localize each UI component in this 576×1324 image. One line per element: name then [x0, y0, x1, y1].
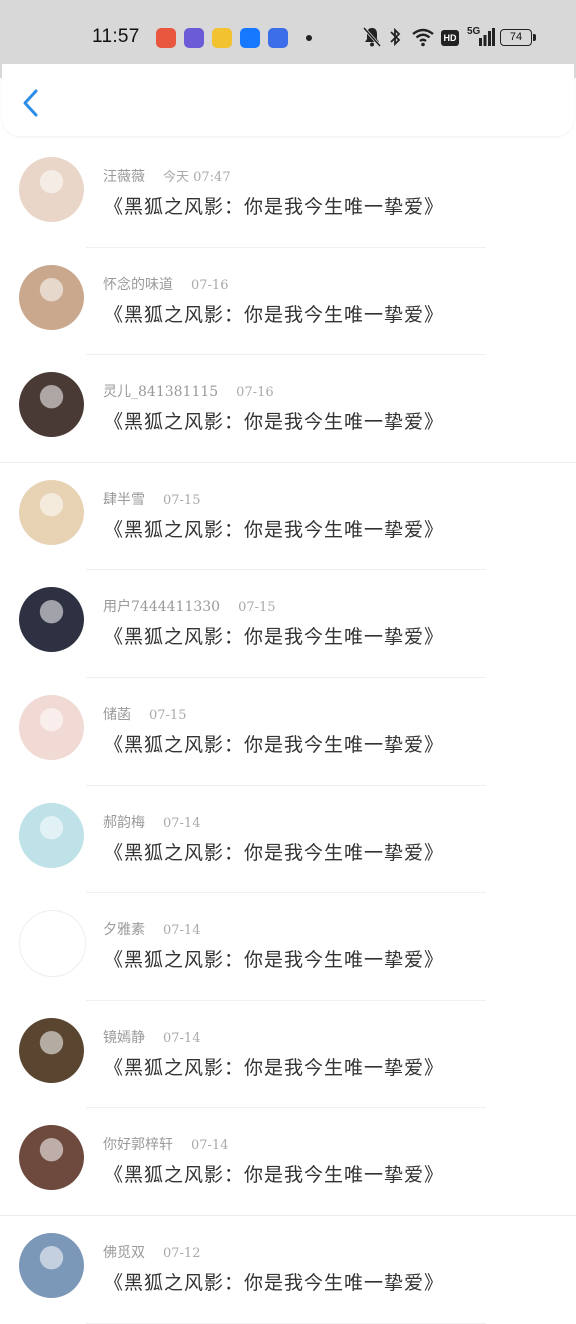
notification-dot-icon — [306, 35, 312, 41]
avatar[interactable] — [19, 479, 84, 545]
message-time: 07-12 — [163, 1245, 201, 1261]
list-item[interactable]: 郝韵梅 07-14 《黑狐之风影：你是我今生唯一挚爱》 — [0, 786, 576, 894]
list-item[interactable]: 汪薇薇 今天 07:47 《黑狐之风影：你是我今生唯一挚爱》 — [0, 140, 576, 248]
sender-name[interactable]: 你好郭梓轩 — [103, 1137, 173, 1153]
avatar[interactable] — [19, 1125, 84, 1191]
message-text[interactable]: 《黑狐之风影：你是我今生唯一挚爱》 — [104, 622, 444, 649]
message-meta: 储菡 07-15 — [103, 704, 186, 724]
list-item[interactable]: 用户7444411330 07-15 《黑狐之风影：你是我今生唯一挚爱》 — [0, 570, 576, 678]
message-text[interactable]: 《黑狐之风影：你是我今生唯一挚爱》 — [104, 730, 444, 757]
wifi-icon — [412, 28, 434, 47]
list-item[interactable]: 佛觅双 07-12 《黑狐之风影：你是我今生唯一挚爱》 — [0, 1216, 576, 1324]
message-text[interactable]: 《黑狐之风影：你是我今生唯一挚爱》 — [104, 1053, 444, 1080]
avatar[interactable] — [19, 372, 84, 438]
divider — [86, 1322, 486, 1324]
alipay-app-icon — [240, 28, 260, 48]
battery-indicator: 74 — [500, 29, 536, 46]
message-meta: 用户7444411330 07-15 — [103, 596, 276, 616]
message-text[interactable]: 《黑狐之风影：你是我今生唯一挚爱》 — [104, 192, 444, 219]
message-time: 07-14 — [163, 815, 201, 831]
sender-name[interactable]: 用户7444411330 — [103, 599, 220, 615]
message-text[interactable]: 《黑狐之风影：你是我今生唯一挚爱》 — [104, 515, 444, 542]
sender-name[interactable]: 佛觅双 — [103, 1245, 145, 1261]
message-meta: 佛觅双 07-12 — [103, 1242, 200, 1262]
message-meta: 肆半雪 07-15 — [103, 489, 200, 509]
message-text[interactable]: 《黑狐之风影：你是我今生唯一挚爱》 — [104, 1160, 444, 1187]
message-time: 07-15 — [163, 492, 201, 508]
avatar[interactable] — [19, 264, 84, 330]
list-item[interactable]: 储菡 07-15 《黑狐之风影：你是我今生唯一挚爱》 — [0, 678, 576, 786]
weibo-app-icon — [212, 28, 232, 48]
chevron-left-icon[interactable] — [16, 86, 46, 120]
message-time: 07-16 — [191, 277, 229, 293]
sender-name[interactable]: 郝韵梅 — [103, 815, 145, 831]
avatar[interactable] — [19, 910, 86, 978]
sender-name[interactable]: 汪薇薇 — [103, 169, 145, 185]
list-item[interactable]: 怀念的味道 07-16 《黑狐之风影：你是我今生唯一挚爱》 — [0, 248, 576, 356]
avatar[interactable] — [19, 587, 84, 653]
sender-name[interactable]: 镜嫣静 — [103, 1030, 145, 1046]
list-item[interactable]: 镜嫣静 07-14 《黑狐之风影：你是我今生唯一挚爱》 — [0, 1001, 576, 1109]
message-time: 07-15 — [149, 707, 187, 723]
message-meta: 郝韵梅 07-14 — [103, 812, 200, 832]
message-meta: 灵儿_841381115 07-16 — [103, 381, 274, 401]
message-meta: 怀念的味道 07-16 — [103, 274, 228, 294]
baidu-app-icon — [268, 28, 288, 48]
message-time: 07-14 — [191, 1138, 229, 1154]
status-time: 11:57 — [92, 26, 140, 47]
avatar[interactable] — [19, 802, 84, 868]
gallery-app-icon — [156, 28, 176, 48]
message-text[interactable]: 《黑狐之风影：你是我今生唯一挚爱》 — [104, 300, 444, 327]
avatar[interactable] — [19, 157, 84, 222]
message-time: 07-16 — [236, 385, 274, 401]
message-list: 汪薇薇 今天 07:47 《黑狐之风影：你是我今生唯一挚爱》 怀念的味道 07-16 《黑… — [0, 140, 576, 1324]
list-item[interactable]: 夕雅素 07-14 《黑狐之风影：你是我今生唯一挚爱》 — [0, 893, 576, 1001]
list-item[interactable]: 你好郭梓轩 07-14 《黑狐之风影：你是我今生唯一挚爱》 — [0, 1108, 576, 1216]
list-item[interactable]: 肆半雪 07-15 《黑狐之风影：你是我今生唯一挚爱》 — [0, 463, 576, 571]
sender-name[interactable]: 灵儿_841381115 — [103, 384, 218, 400]
message-text[interactable]: 《黑狐之风影：你是我今生唯一挚爱》 — [104, 945, 444, 972]
sender-name[interactable]: 储菡 — [103, 707, 131, 723]
mute-bell-icon — [362, 27, 382, 47]
message-time: 07-14 — [163, 923, 201, 939]
avatar[interactable] — [19, 1232, 84, 1298]
signal-icon — [479, 28, 495, 46]
sender-name[interactable]: 夕雅素 — [103, 922, 145, 938]
message-meta: 你好郭梓轩 07-14 — [103, 1134, 228, 1154]
message-app-icon — [184, 28, 204, 48]
message-text[interactable]: 《黑狐之风影：你是我今生唯一挚爱》 — [104, 407, 444, 434]
sender-name[interactable]: 肆半雪 — [103, 492, 145, 508]
message-meta: 夕雅素 07-14 — [103, 919, 200, 939]
message-meta: 汪薇薇 今天 07:47 — [103, 166, 231, 186]
top-nav-bar — [2, 64, 574, 136]
sender-name[interactable]: 怀念的味道 — [103, 277, 173, 293]
message-meta: 镜嫣静 07-14 — [103, 1027, 200, 1047]
hd-badge: HD — [441, 30, 459, 46]
bluetooth-icon — [390, 27, 401, 47]
message-time: 今天 07:47 — [163, 170, 231, 185]
list-item[interactable]: 灵儿_841381115 07-16 《黑狐之风影：你是我今生唯一挚爱》 — [0, 355, 576, 463]
avatar[interactable] — [19, 694, 84, 760]
avatar[interactable] — [19, 1017, 84, 1083]
message-text[interactable]: 《黑狐之风影：你是我今生唯一挚爱》 — [104, 1268, 444, 1295]
message-time: 07-15 — [238, 600, 276, 616]
message-text[interactable]: 《黑狐之风影：你是我今生唯一挚爱》 — [104, 838, 444, 865]
message-time: 07-14 — [163, 1030, 201, 1046]
